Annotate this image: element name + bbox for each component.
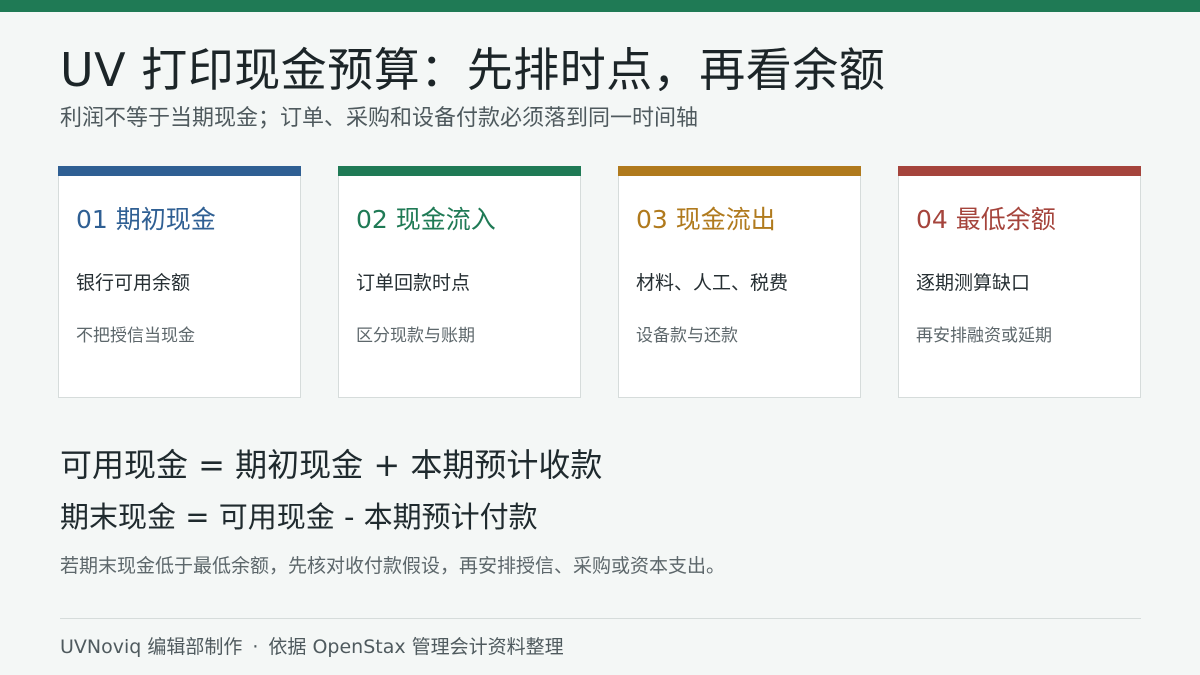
step-cards: 01 期初现金 银行可用余额 不把授信当现金 02 现金流入 订单回款时点 区分… [58, 166, 1142, 398]
card-accent-bar [618, 166, 861, 176]
footer-divider [60, 618, 1141, 619]
card-opening-cash: 01 期初现金 银行可用余额 不把授信当现金 [58, 166, 301, 398]
card-title: 03 现金流出 [636, 205, 776, 234]
top-accent-bar [0, 0, 1200, 12]
card-main-text: 逐期测算缺口 [916, 272, 1031, 294]
card-note: 再安排融资或延期 [916, 326, 1052, 346]
card-accent-bar [58, 166, 301, 176]
formula-ending-cash: 期末现金 = 可用现金 - 本期预计付款 [60, 500, 538, 534]
card-title: 01 期初现金 [76, 205, 216, 234]
card-note: 设备款与还款 [636, 326, 738, 346]
footer: UVNoviq 编辑部制作 · 依据 OpenStax 管理会计资料整理 [60, 632, 564, 659]
formula-available-cash: 可用现金 = 期初现金 + 本期预计收款 [60, 446, 603, 484]
card-accent-bar [338, 166, 581, 176]
card-title: 04 最低余额 [916, 205, 1056, 234]
card-cash-inflow: 02 现金流入 订单回款时点 区分现款与账期 [338, 166, 581, 398]
card-note: 区分现款与账期 [356, 326, 475, 346]
card-minimum-balance: 04 最低余额 逐期测算缺口 再安排融资或延期 [898, 166, 1141, 398]
footer-credit: UVNoviq 编辑部制作 [60, 636, 243, 658]
guidance-note: 若期末现金低于最低余额，先核对收付款假设，再安排授信、采购或资本支出。 [60, 555, 726, 577]
footer-separator: · [252, 636, 259, 658]
card-cash-outflow: 03 现金流出 材料、人工、税费 设备款与还款 [618, 166, 861, 398]
card-main-text: 银行可用余额 [76, 272, 191, 294]
card-note: 不把授信当现金 [76, 326, 195, 346]
card-main-text: 材料、人工、税费 [636, 272, 789, 294]
card-title: 02 现金流入 [356, 205, 496, 234]
card-accent-bar [898, 166, 1141, 176]
page-subtitle: 利润不等于当期现金；订单、采购和设备付款必须落到同一时间轴 [60, 106, 699, 131]
page-title: UV 打印现金预算：先排时点，再看余额 [60, 43, 886, 97]
card-main-text: 订单回款时点 [356, 272, 471, 294]
footer-source: 依据 OpenStax 管理会计资料整理 [268, 636, 564, 658]
